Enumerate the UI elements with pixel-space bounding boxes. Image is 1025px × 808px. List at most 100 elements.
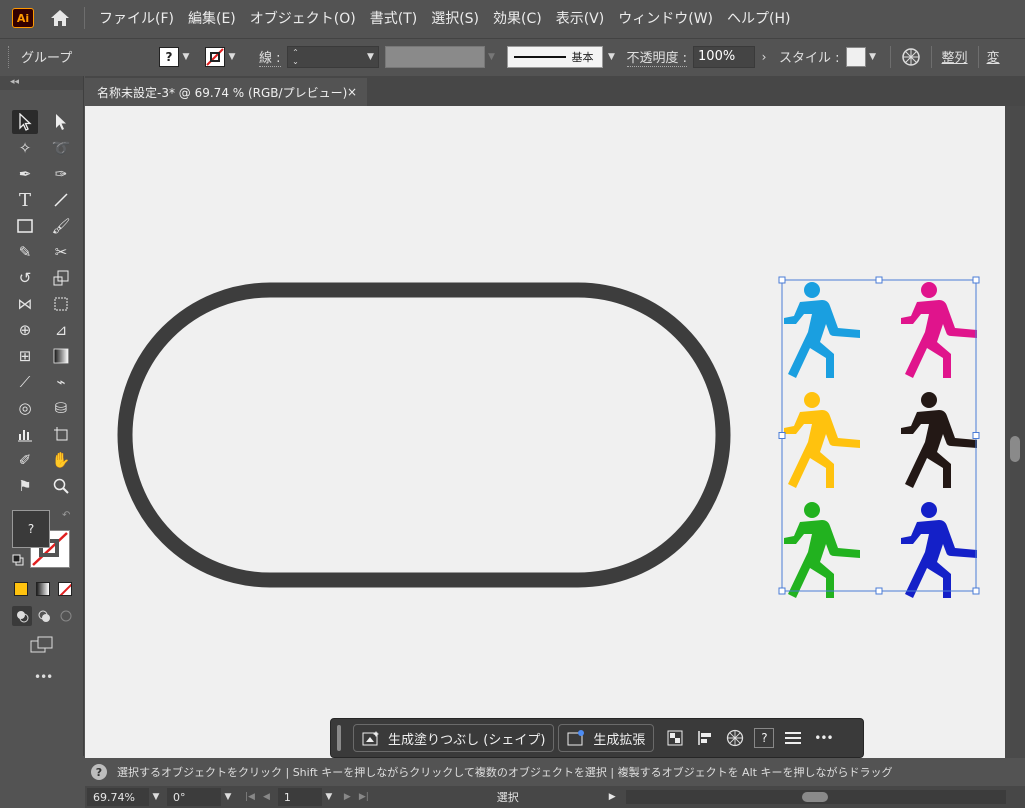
- hand-tool[interactable]: ✋: [48, 448, 74, 472]
- status-menu-icon[interactable]: ▶: [609, 792, 616, 802]
- menu-effect[interactable]: 効果(C): [493, 8, 542, 28]
- runner-icon[interactable]: [901, 392, 977, 488]
- puppet-warp-tool[interactable]: ⚑: [12, 474, 38, 498]
- curvature-tool[interactable]: ✑: [48, 162, 74, 186]
- line-segment-tool[interactable]: [48, 188, 74, 212]
- color-mode-button[interactable]: [14, 582, 28, 596]
- scissors-tool[interactable]: ✂: [48, 240, 74, 264]
- menu-window[interactable]: ウィンドウ(W): [618, 8, 713, 28]
- symbol-sprayer-tool[interactable]: ⛁: [48, 396, 74, 420]
- menu-help[interactable]: ヘルプ(H): [727, 8, 790, 28]
- shaper-tool[interactable]: ✎: [12, 240, 38, 264]
- last-artboard-icon[interactable]: ▶|: [359, 792, 369, 802]
- stroke-weight-field[interactable]: ⌃ ⌄ ▼: [286, 45, 379, 68]
- runner-icon[interactable]: [901, 282, 977, 378]
- chevron-down-icon[interactable]: ▼: [364, 52, 378, 62]
- artboard-number-field[interactable]: 1: [277, 788, 322, 806]
- menu-select[interactable]: 選択(S): [431, 8, 479, 28]
- edit-toolbar-button[interactable]: •••: [34, 670, 53, 684]
- collapse-panel-icon[interactable]: ◂◂: [0, 76, 83, 90]
- magic-wand-tool[interactable]: ✧: [12, 136, 38, 160]
- more-options-icon[interactable]: •••: [812, 727, 834, 749]
- runner-icon[interactable]: [784, 392, 860, 488]
- align-link[interactable]: 整列: [942, 47, 968, 66]
- screen-mode-icon[interactable]: [30, 636, 54, 654]
- perspective-grid-tool[interactable]: ⊿: [48, 318, 74, 342]
- stroke-dropdown[interactable]: ▼: [205, 46, 245, 68]
- selection-tool[interactable]: [12, 110, 38, 134]
- runner-icon[interactable]: [901, 502, 977, 598]
- rotate-tool[interactable]: ↺: [12, 266, 38, 290]
- draw-inside-icon[interactable]: [56, 606, 76, 626]
- rectangle-tool[interactable]: [12, 214, 38, 238]
- fill-dropdown[interactable]: ? ▼: [159, 46, 199, 68]
- align-left-icon[interactable]: [694, 727, 716, 749]
- panel-grip[interactable]: [8, 45, 11, 68]
- previous-artboard-icon[interactable]: ◀: [263, 792, 270, 802]
- direct-selection-tool[interactable]: [48, 110, 74, 134]
- scrollbar-thumb[interactable]: [1010, 436, 1020, 462]
- selection-handle[interactable]: [875, 276, 883, 284]
- horizontal-scrollbar[interactable]: [625, 790, 1006, 804]
- selection-handle[interactable]: [778, 276, 786, 284]
- swap-fill-stroke-icon[interactable]: ↶: [62, 510, 70, 521]
- graph-tool[interactable]: [12, 422, 38, 446]
- opacity-field[interactable]: 100%: [693, 45, 756, 68]
- zoom-field[interactable]: 69.74%: [87, 788, 149, 806]
- hamburger-menu-icon[interactable]: [782, 727, 804, 749]
- chevron-down-icon[interactable]: ▼: [149, 792, 163, 802]
- generative-expand-button[interactable]: 生成拡張: [558, 724, 655, 752]
- artboard-tool[interactable]: [48, 422, 74, 446]
- chevron-down-icon[interactable]: ▼: [221, 792, 235, 802]
- gradient-mode-button[interactable]: [36, 582, 50, 596]
- lasso-tool[interactable]: ➰: [48, 136, 74, 160]
- runner-icon[interactable]: [784, 502, 860, 598]
- selection-handle[interactable]: [778, 432, 786, 439]
- scrollbar-thumb[interactable]: [801, 792, 828, 802]
- drag-handle[interactable]: [337, 725, 341, 751]
- eyedropper-tool[interactable]: ⟋: [12, 370, 38, 394]
- menu-file[interactable]: ファイル(F): [99, 8, 174, 28]
- draw-behind-icon[interactable]: [34, 606, 54, 626]
- recolor-icon[interactable]: [901, 47, 921, 67]
- help-icon[interactable]: ?: [754, 728, 775, 748]
- selection-handle[interactable]: [875, 587, 883, 595]
- none-mode-button[interactable]: [58, 582, 72, 596]
- graphic-style-swatch[interactable]: [845, 46, 866, 67]
- arrange-icon[interactable]: [664, 727, 686, 749]
- rotation-field[interactable]: 0°: [167, 788, 221, 806]
- generative-fill-button[interactable]: 生成塗りつぶし (シェイプ): [353, 724, 555, 752]
- menu-object[interactable]: オブジェクト(O): [250, 8, 356, 28]
- first-artboard-icon[interactable]: |◀: [245, 792, 255, 802]
- slice-tool[interactable]: ✐: [12, 448, 38, 472]
- selection-handle[interactable]: [778, 587, 786, 595]
- variable-width-profile[interactable]: [384, 45, 485, 68]
- fill-unknown-box[interactable]: ?: [12, 510, 50, 548]
- mesh-tool[interactable]: ⊞: [12, 344, 38, 368]
- recolor-icon[interactable]: [724, 727, 746, 749]
- document-tab[interactable]: 名称未設定-3* @ 69.74 % (RGB/プレビュー) ×: [85, 78, 367, 106]
- default-fill-stroke-icon[interactable]: [12, 554, 24, 566]
- type-tool[interactable]: T: [12, 188, 38, 212]
- menu-view[interactable]: 表示(V): [556, 8, 605, 28]
- shape-builder-tool[interactable]: ⊕: [12, 318, 38, 342]
- chevron-down-icon[interactable]: ▼: [866, 52, 880, 62]
- measure-tool[interactable]: ⌁: [48, 370, 74, 394]
- scale-tool[interactable]: [48, 266, 74, 290]
- artboard-canvas[interactable]: [85, 106, 1005, 758]
- free-transform-tool[interactable]: [48, 292, 74, 316]
- selection-handle[interactable]: [972, 432, 980, 439]
- selection-handle[interactable]: [972, 276, 980, 284]
- brush-definition-field[interactable]: 基本: [506, 45, 603, 68]
- runner-icon[interactable]: [784, 282, 860, 378]
- close-icon[interactable]: ×: [347, 85, 357, 99]
- selection-handle[interactable]: [972, 587, 980, 595]
- menu-type[interactable]: 書式(T): [370, 8, 417, 28]
- gradient-tool[interactable]: [48, 344, 74, 368]
- width-tool[interactable]: ⋈: [12, 292, 38, 316]
- draw-normal-icon[interactable]: [12, 606, 32, 626]
- chevron-down-icon[interactable]: ▼: [322, 792, 336, 802]
- home-icon[interactable]: [48, 7, 72, 29]
- pen-tool[interactable]: ✒: [12, 162, 38, 186]
- blend-tool[interactable]: ◎: [12, 396, 38, 420]
